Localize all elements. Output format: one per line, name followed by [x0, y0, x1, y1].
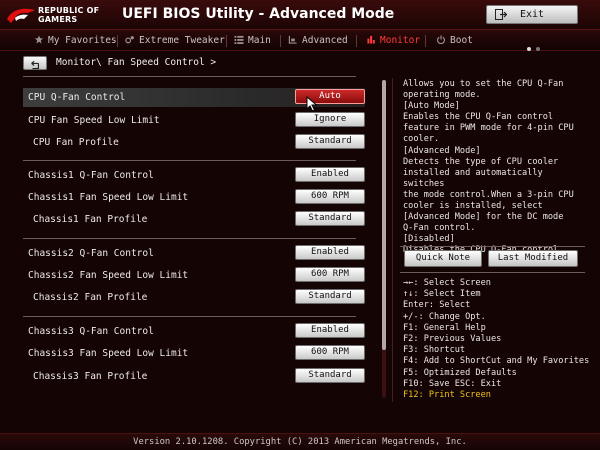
version-footer: Version 2.10.1208. Copyright (C) 2013 Am…: [0, 433, 600, 450]
key-hint: ↑↓: Select Item: [403, 289, 481, 300]
key-hint-print-screen: F12: Print Screen: [403, 390, 491, 401]
tab-label: Main: [248, 35, 271, 46]
chassis2-q-fan-control-value[interactable]: Enabled: [295, 245, 365, 260]
advanced-icon: [288, 35, 297, 44]
setting-label: CPU Fan Profile: [33, 137, 119, 148]
tab-label: Advanced: [302, 35, 348, 46]
scrollbar-thumb[interactable]: [382, 80, 386, 350]
chassis2-fan-profile-value[interactable]: Standard: [295, 289, 365, 304]
rog-logo: REPUBLIC OF GAMERS: [6, 3, 118, 27]
tab-label: Boot: [450, 35, 473, 46]
page-dot: [527, 47, 531, 51]
divider: [23, 238, 356, 239]
setting-row-chassis3-q-fan-control[interactable]: Chassis3 Q-Fan Control Enabled: [23, 322, 365, 341]
logo-line-2: GAMERS: [38, 15, 78, 24]
setting-row-chassis1-fan-profile[interactable]: Chassis1 Fan Profile Standard: [23, 210, 365, 229]
key-hint: F3: Shortcut: [403, 345, 466, 356]
panel-divider: [392, 78, 393, 402]
tab-bar: My Favorites Extreme Tweaker Main Advanc…: [0, 30, 600, 51]
setting-label: Chassis3 Q-Fan Control: [28, 326, 154, 337]
tab-advanced[interactable]: Advanced: [288, 30, 348, 51]
setting-row-chassis1-fan-speed-low-limit[interactable]: Chassis1 Fan Speed Low Limit 600 RPM: [23, 188, 365, 207]
back-arrow-icon: [31, 60, 40, 70]
setting-row-cpu-fan-speed-low-limit[interactable]: CPU Fan Speed Low Limit Ignore: [23, 111, 365, 130]
divider: [400, 246, 585, 247]
setting-row-cpu-fan-profile[interactable]: CPU Fan Profile Standard: [23, 133, 365, 152]
key-hint: F1: General Help: [403, 322, 486, 333]
chassis1-fan-profile-value[interactable]: Standard: [295, 211, 365, 226]
mouse-cursor-icon: [306, 96, 318, 112]
title-bar: REPUBLIC OF GAMERS UEFI BIOS Utility - A…: [0, 0, 600, 30]
tab-boot[interactable]: Boot: [436, 30, 473, 51]
last-modified-button[interactable]: Last Modified: [488, 250, 578, 267]
setting-label: Chassis1 Q-Fan Control: [28, 170, 154, 181]
setting-row-chassis2-fan-profile[interactable]: Chassis2 Fan Profile Standard: [23, 288, 365, 307]
setting-label: Chassis1 Fan Profile: [33, 214, 148, 225]
quick-note-button[interactable]: Quick Note: [404, 250, 482, 267]
page-indicator: [527, 36, 545, 55]
settings-scrollbar[interactable]: [382, 80, 386, 398]
star-icon: [34, 35, 44, 44]
tab-separator: [356, 35, 357, 47]
tab-main[interactable]: Main: [234, 30, 271, 51]
tab-label: My Favorites: [48, 35, 117, 46]
divider: [400, 272, 585, 273]
logo-line-1: REPUBLIC OF: [38, 6, 100, 15]
key-hint: F4: Add to ShortCut and My Favorites: [403, 356, 590, 367]
setting-label: Chassis2 Fan Profile: [33, 292, 148, 303]
exit-button[interactable]: Exit: [486, 5, 578, 24]
tab-separator: [117, 35, 118, 47]
tab-separator: [425, 35, 426, 47]
divider: [23, 316, 356, 317]
key-hint: Enter: Select: [403, 300, 471, 311]
exit-door-icon: [495, 9, 507, 20]
rog-eye-icon: [7, 8, 35, 23]
divider: [23, 76, 356, 77]
key-legend: →←: Select Screen ↑↓: Select Item Enter:…: [403, 278, 589, 401]
chassis3-fan-speed-low-limit-value[interactable]: 600 RPM: [295, 345, 365, 360]
setting-label: CPU Q-Fan Control: [28, 92, 126, 103]
key-hint: F5: Optimized Defaults: [403, 367, 517, 378]
divider: [23, 160, 356, 161]
tab-monitor[interactable]: Monitor: [366, 30, 420, 51]
key-hint: F2: Previous Values: [403, 334, 502, 345]
chassis1-fan-speed-low-limit-value[interactable]: 600 RPM: [295, 189, 365, 204]
setting-row-chassis3-fan-speed-low-limit[interactable]: Chassis3 Fan Speed Low Limit 600 RPM: [23, 344, 365, 363]
setting-label: Chassis3 Fan Profile: [33, 371, 148, 382]
setting-label: CPU Fan Speed Low Limit: [28, 115, 160, 126]
chassis2-fan-speed-low-limit-value[interactable]: 600 RPM: [295, 267, 365, 282]
tweaker-icon: [125, 36, 134, 44]
back-button[interactable]: [23, 56, 47, 70]
setting-row-chassis2-fan-speed-low-limit[interactable]: Chassis2 Fan Speed Low Limit 600 RPM: [23, 266, 365, 285]
setting-label: Chassis2 Fan Speed Low Limit: [28, 270, 189, 281]
app-title: UEFI BIOS Utility - Advanced Mode: [122, 6, 395, 22]
setting-label: Chassis1 Fan Speed Low Limit: [28, 192, 189, 203]
tab-label: Extreme Tweaker: [139, 35, 225, 46]
help-description: Allows you to set the CPU Q-Fan operatin…: [403, 79, 574, 255]
tab-separator: [226, 35, 227, 47]
breadcrumb: Monitor\ Fan Speed Control >: [56, 57, 217, 68]
list-icon: [234, 35, 244, 44]
tab-separator: [280, 35, 281, 47]
key-hint: →←: Select Screen: [403, 278, 491, 288]
setting-row-chassis1-q-fan-control[interactable]: Chassis1 Q-Fan Control Enabled: [23, 166, 365, 185]
exit-label: Exit: [519, 9, 545, 20]
tab-my-favorites[interactable]: My Favorites: [34, 30, 117, 51]
setting-label: Chassis3 Fan Speed Low Limit: [28, 348, 189, 359]
monitor-icon: [367, 35, 375, 44]
cpu-fan-speed-low-limit-value[interactable]: Ignore: [295, 112, 365, 127]
chassis3-fan-profile-value[interactable]: Standard: [295, 368, 365, 383]
tab-label: Monitor: [380, 35, 421, 46]
tab-extreme-tweaker[interactable]: Extreme Tweaker: [125, 30, 225, 51]
power-icon: [437, 35, 445, 44]
setting-row-chassis3-fan-profile[interactable]: Chassis3 Fan Profile Standard: [23, 367, 365, 386]
page-dot: [536, 47, 540, 51]
chassis3-q-fan-control-value[interactable]: Enabled: [295, 323, 365, 338]
key-hint: F10: Save ESC: Exit: [403, 378, 502, 389]
key-hint: +/-: Change Opt.: [403, 311, 486, 322]
cpu-fan-profile-value[interactable]: Standard: [295, 134, 365, 149]
setting-label: Chassis2 Q-Fan Control: [28, 248, 154, 259]
setting-row-chassis2-q-fan-control[interactable]: Chassis2 Q-Fan Control Enabled: [23, 244, 365, 263]
chassis1-q-fan-control-value[interactable]: Enabled: [295, 167, 365, 182]
